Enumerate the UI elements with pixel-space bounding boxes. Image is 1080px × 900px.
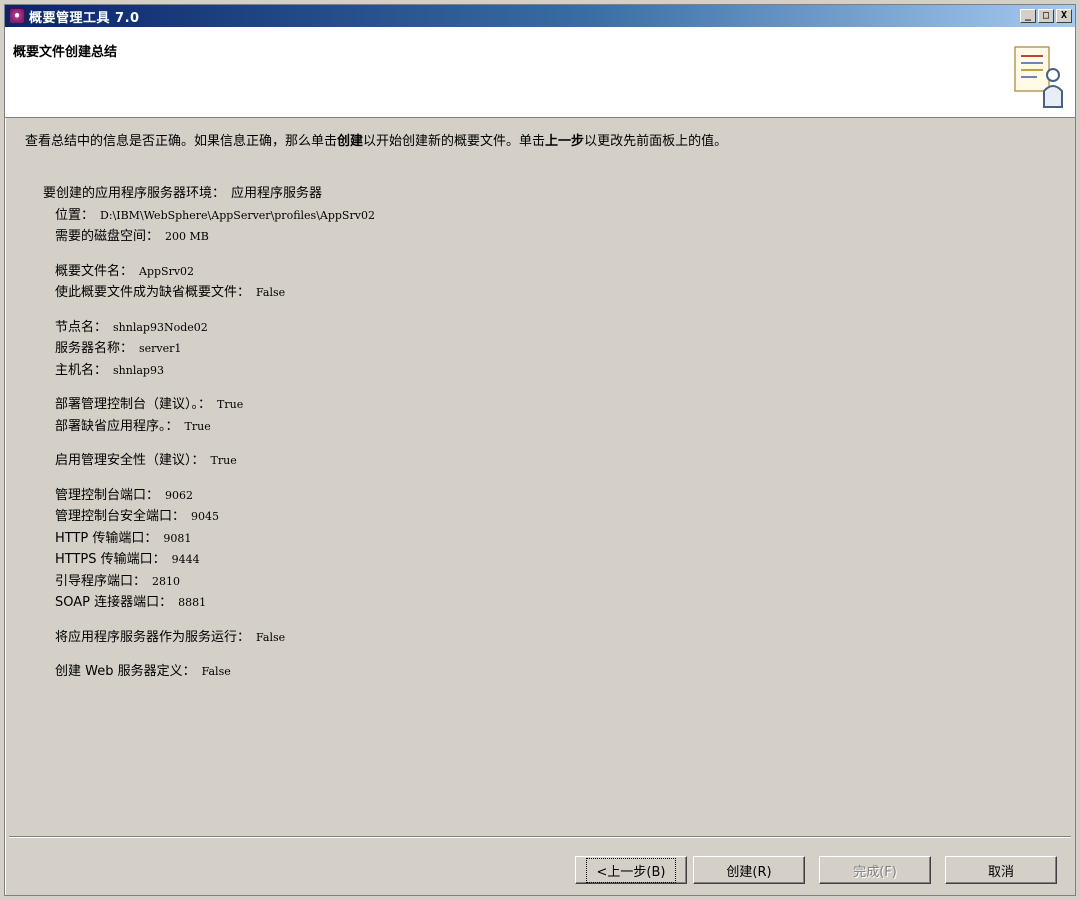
summary-label: 管理控制台安全端口： bbox=[55, 509, 186, 524]
summary-label: 引导程序端口： bbox=[55, 573, 147, 589]
summary-soap-port: SOAP 连接器端口： 8881 bbox=[43, 592, 375, 614]
summary-location: 位置： D:\IBM\WebSphere\AppServer\profiles\A… bbox=[43, 205, 375, 227]
create-button-label: 创建(R) bbox=[726, 864, 772, 880]
summary-deploy-default-apps: 部署缺省应用程序。： True bbox=[43, 416, 375, 438]
minimize-button[interactable]: _ bbox=[1020, 9, 1036, 23]
summary-value: AppSrv02 bbox=[139, 264, 195, 278]
summary-value: 应用程序服务器 bbox=[231, 186, 323, 201]
summary-label: 使此概要文件成为缺省概要文件： bbox=[55, 285, 251, 300]
summary-console-port: 管理控制台端口： 9062 bbox=[43, 485, 375, 507]
summary-label: 管理控制台端口： bbox=[55, 487, 160, 503]
summary-value: 9081 bbox=[163, 531, 192, 545]
summary-https-port: HTTPS 传输端口： 9444 bbox=[43, 549, 375, 571]
summary-value: 9062 bbox=[165, 488, 194, 502]
cancel-button-label: 取消 bbox=[987, 864, 1014, 880]
summary-label: 需要的磁盘空间： bbox=[55, 229, 160, 244]
summary-label: 部署缺省应用程序。： bbox=[55, 418, 179, 434]
window-controls: _ □ X bbox=[1018, 9, 1075, 23]
summary-value: False bbox=[256, 286, 286, 299]
summary-value: D:\IBM\WebSphere\AppServer\profiles\AppS… bbox=[100, 208, 375, 222]
summary-deploy-console: 部署管理控制台（建议）。： True bbox=[43, 394, 375, 416]
back-button-label: <上一步(B) bbox=[585, 857, 677, 883]
summary-value: shnlap93 bbox=[113, 363, 164, 377]
instruction-part-3: 以更改先前面板上的值。 bbox=[584, 134, 728, 149]
app-icon bbox=[9, 8, 25, 24]
maximize-button[interactable]: □ bbox=[1038, 9, 1054, 23]
footer-divider bbox=[9, 836, 1071, 838]
cancel-button[interactable]: 取消 bbox=[945, 856, 1057, 884]
summary-host-name: 主机名： shnlap93 bbox=[43, 360, 375, 382]
summary-label: 位置： bbox=[55, 207, 95, 223]
summary-label: 服务器名称： bbox=[55, 341, 134, 356]
summary-value: 200 MB bbox=[165, 230, 209, 243]
instruction-part-1: 查看总结中的信息是否正确。如果信息正确，那么单击 bbox=[25, 134, 338, 149]
summary-label: 创建 Web 服务器定义： bbox=[55, 664, 196, 679]
summary-node-name: 节点名： shnlap93Node02 bbox=[43, 317, 375, 339]
wizard-header: 概要文件创建总结 bbox=[5, 27, 1075, 118]
summary-value: 8881 bbox=[178, 596, 207, 609]
summary-value: True bbox=[217, 398, 244, 411]
instruction-back-keyword: 上一步 bbox=[545, 134, 585, 149]
summary-value: 9444 bbox=[171, 553, 200, 566]
summary-value: server1 bbox=[139, 342, 182, 355]
finish-button-label: 完成(F) bbox=[853, 864, 897, 880]
summary-value: False bbox=[201, 665, 231, 678]
summary-bootstrap-port: 引导程序端口： 2810 bbox=[43, 571, 375, 593]
summary-label: 主机名： bbox=[55, 362, 108, 378]
summary-default-profile: 使此概要文件成为缺省概要文件： False bbox=[43, 282, 375, 304]
summary-value: True bbox=[210, 454, 237, 467]
summary-web-server-definition: 创建 Web 服务器定义： False bbox=[43, 661, 375, 683]
summary-profile-name: 概要文件名： AppSrv02 bbox=[43, 261, 375, 283]
summary-label: 将应用程序服务器作为服务运行： bbox=[55, 629, 251, 645]
document-person-icon bbox=[1014, 46, 1063, 108]
summary-value: False bbox=[256, 630, 286, 644]
instruction-part-2: 以开始创建新的概要文件。单击 bbox=[363, 134, 546, 149]
summary-value: 2810 bbox=[152, 574, 181, 588]
title-bar[interactable]: 概要管理工具 7.0 _ □ X bbox=[5, 5, 1075, 27]
summary-label: SOAP 连接器端口： bbox=[55, 595, 173, 610]
summary-environment: 要创建的应用程序服务器环境： 应用程序服务器 bbox=[43, 183, 375, 205]
summary-value: True bbox=[184, 419, 211, 433]
summary-http-port: HTTP 传输端口： 9081 bbox=[43, 528, 375, 550]
summary-label: HTTPS 传输端口： bbox=[55, 552, 166, 567]
summary-list: 要创建的应用程序服务器环境： 应用程序服务器 位置： D:\IBM\WebSpher… bbox=[43, 183, 375, 683]
summary-console-secure-port: 管理控制台安全端口： 9045 bbox=[43, 506, 375, 528]
create-button[interactable]: 创建(R) bbox=[693, 856, 805, 884]
profile-management-window: 概要管理工具 7.0 _ □ X 概要文件创建总结 查看总结中的信息是否正确。如… bbox=[4, 4, 1076, 896]
summary-label: 要创建的应用程序服务器环境： bbox=[43, 186, 226, 201]
close-button[interactable]: X bbox=[1056, 9, 1072, 23]
summary-value: shnlap93Node02 bbox=[113, 320, 208, 334]
summary-label: 概要文件名： bbox=[55, 263, 134, 279]
summary-label: 节点名： bbox=[55, 319, 108, 335]
summary-label: HTTP 传输端口： bbox=[55, 530, 158, 546]
instruction-text: 查看总结中的信息是否正确。如果信息正确，那么单击创建以开始创建新的概要文件。单击… bbox=[25, 130, 727, 149]
back-button[interactable]: <上一步(B) bbox=[575, 856, 687, 884]
summary-label: 部署管理控制台（建议）。： bbox=[55, 397, 212, 412]
window-title: 概要管理工具 7.0 bbox=[29, 10, 140, 26]
summary-disk-space: 需要的磁盘空间： 200 MB bbox=[43, 226, 375, 248]
summary-run-as-service: 将应用程序服务器作为服务运行： False bbox=[43, 627, 375, 649]
instruction-create-keyword: 创建 bbox=[337, 134, 364, 149]
summary-value: 9045 bbox=[191, 510, 220, 523]
summary-admin-security: 启用管理安全性（建议）： True bbox=[43, 450, 375, 472]
summary-server-name: 服务器名称： server1 bbox=[43, 338, 375, 360]
page-title: 概要文件创建总结 bbox=[13, 45, 118, 60]
summary-label: 启用管理安全性（建议）： bbox=[55, 453, 205, 468]
finish-button: 完成(F) bbox=[819, 856, 931, 884]
